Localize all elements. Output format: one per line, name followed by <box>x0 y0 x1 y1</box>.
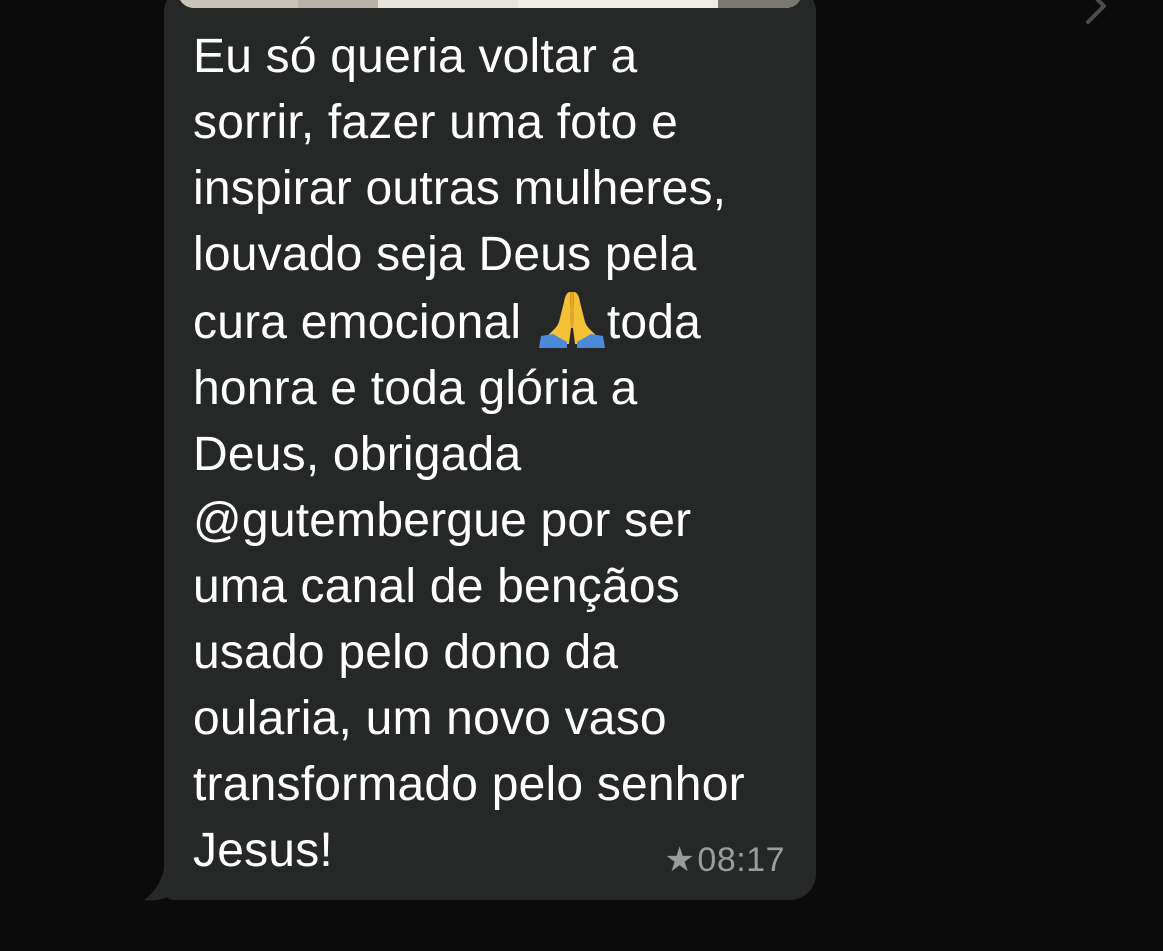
message-line-part: toda <box>606 296 702 349</box>
message-line: Eu só queria voltar a <box>193 30 638 83</box>
message-line-part: cura emocional <box>193 296 522 349</box>
message-line: louvado seja Deus pela <box>193 228 697 281</box>
message-time: 08:17 <box>697 840 785 879</box>
message-line: inspirar outras mulheres, <box>193 162 727 215</box>
message-text: Eu só queria voltar a sorrir, fazer uma … <box>193 24 793 884</box>
message-line: sorrir, fazer uma foto e <box>193 96 678 149</box>
message-line: oularia, um novo vaso <box>193 692 667 745</box>
message-line: @gutembergue por ser <box>193 494 692 547</box>
chevron-right-icon[interactable] <box>1082 0 1112 26</box>
attached-image-preview[interactable] <box>178 0 802 8</box>
message-line: uma canal de bençãos <box>193 560 680 613</box>
message-line: honra e toda glória a <box>193 362 638 415</box>
message-line: transformado pelo senhor <box>193 758 745 811</box>
chat-screen: Eu só queria voltar a sorrir, fazer uma … <box>0 0 1163 951</box>
message-meta: ★ 08:17 <box>664 840 785 880</box>
message-line-with-emoji: cura emocional toda <box>193 288 793 356</box>
message-line: usado pelo dono da <box>193 626 619 679</box>
message-line: Deus, obrigada <box>193 428 522 481</box>
star-icon: ★ <box>664 841 696 879</box>
praying-hands-emoji <box>538 292 605 348</box>
